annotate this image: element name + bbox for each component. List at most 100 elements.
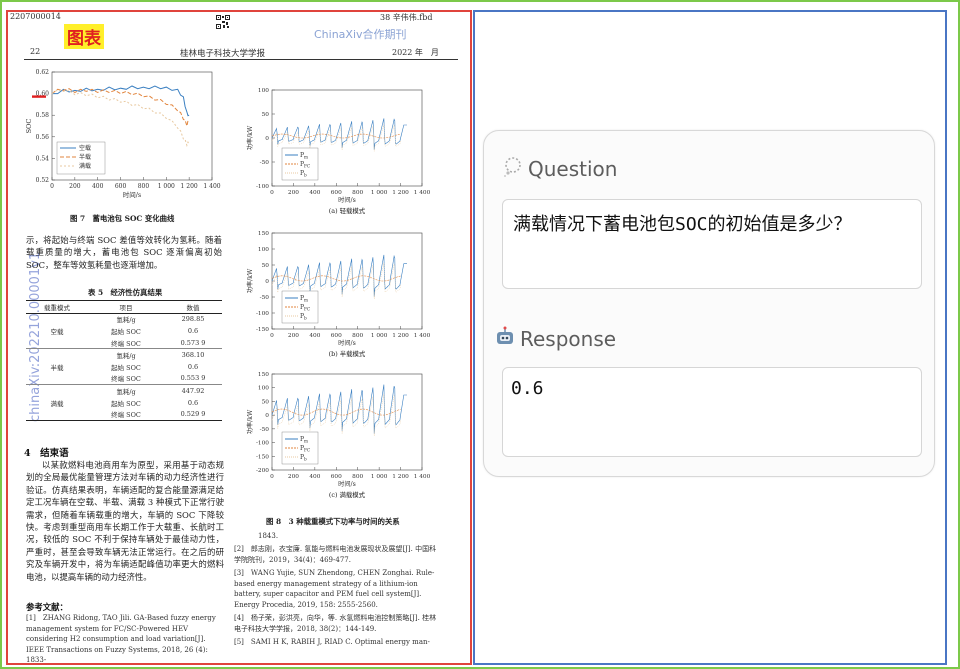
x-tick-label: 0 <box>50 183 54 190</box>
x-tick-label: 1 000 <box>371 333 388 339</box>
table-cell: 0.6 <box>187 362 199 371</box>
table-cell: 氢耗/g <box>116 352 136 361</box>
table-cell: 368.10 <box>181 351 205 360</box>
x-tick-label: 1 400 <box>414 474 431 480</box>
question-header: Question <box>502 155 617 182</box>
table-header-cell: 项目 <box>119 303 133 312</box>
reference-5: [5] SAMI H K, RABIH J, RIAD C. Optimal e… <box>234 638 430 646</box>
table-cell: 终端 SOC <box>111 339 141 348</box>
y-tick-label: -100 <box>256 184 269 190</box>
y-tick-label: -100 <box>256 441 269 447</box>
question-label: Question <box>528 156 618 181</box>
thought-bubble-icon <box>502 155 524 182</box>
x-tick-label: 0 <box>270 190 274 196</box>
figure-tag: 图表 <box>64 24 104 49</box>
table-title: 表 5 经济性仿真结果 <box>88 288 163 297</box>
table-header-row: 载重模式 项目 数值 <box>26 301 222 313</box>
y-tick-label: 0.52 <box>36 177 50 184</box>
legend-label: 满载 <box>79 162 91 170</box>
fig8a-power-chart: 100500-50-1000 200 400 600 800 1 000 1 200 1 40… <box>246 88 431 215</box>
legend-label: 空载 <box>79 144 91 152</box>
journal-name: 桂林电子科技大学学报 <box>180 49 266 59</box>
x-tick-label: 0 <box>270 474 274 480</box>
table-header-cell: 载重模式 <box>44 303 70 312</box>
x-tick-label: 200 <box>288 190 299 196</box>
subplot-label: (a) 轻载模式 <box>329 206 366 215</box>
y-tick-label: 0.58 <box>36 112 50 119</box>
table-cell: 终端 SOC <box>111 411 141 420</box>
y-tick-label: 100 <box>258 386 269 392</box>
x-tick-label: 1 400 <box>414 333 431 339</box>
y-tick-label: -100 <box>256 311 269 317</box>
y-axis-label: 功率/kW <box>246 125 254 150</box>
y-tick-label: 0 <box>265 279 269 285</box>
x-tick-label: 800 <box>138 183 150 190</box>
series-line-pm <box>271 254 407 297</box>
legend-subscript: m <box>304 298 308 303</box>
table-cell: 0.529 9 <box>180 410 206 419</box>
y-tick-label: -50 <box>260 160 270 166</box>
x-tick-label: 400 <box>309 333 320 339</box>
x-tick-label: 800 <box>352 474 363 480</box>
table-cell: 终端 SOC <box>111 375 141 384</box>
table-row: 空载 氢耗/g 298.85 <box>26 314 222 336</box>
legend-subscript: FC <box>304 307 310 312</box>
table-row: 半载 氢耗/g 368.10 <box>26 348 222 372</box>
paragraph-1: 示，将起始与终端 SOC 差值等效转化为氢耗。随着载重质量的增大，蓄电池包 SO… <box>26 235 222 270</box>
table-cell: 447.92 <box>181 386 205 395</box>
legend-subscript: m <box>304 155 308 160</box>
y-tick-label: 0 <box>265 136 269 142</box>
fig8-caption: 图 8 3 种载重模式下功率与时间的关系 <box>266 517 400 526</box>
table-cell: 起始 SOC <box>111 363 141 372</box>
x-tick-label: 1 200 <box>181 183 198 190</box>
qa-panel: Question 满载情况下蓄电池包SOC的初始值是多少？ Response 0… <box>473 10 947 665</box>
reference-2: [2] 郎志刚，衣宝廉. 氢能与燃料电池发展现状及展望[J]. 中国科学院院刊，… <box>234 545 437 564</box>
page-number: 22 <box>30 47 41 56</box>
response-label: Response <box>520 326 617 351</box>
x-tick-label: 1 200 <box>392 190 409 196</box>
x-tick-label: 0 <box>270 333 274 339</box>
qr-code-icon <box>216 14 230 29</box>
table-body: 空载 氢耗/g 298.85 起始 SOC 0.6 终端 SOC 0.573 9 半载氢… <box>26 314 222 420</box>
y-tick-label: 50 <box>262 399 270 405</box>
subplot-label: (c) 满载模式 <box>329 490 366 499</box>
legend-subscript: FC <box>304 164 310 169</box>
series-line-1 <box>52 85 190 117</box>
x-tick-label: 400 <box>92 183 104 190</box>
doc-number: 2207000014 <box>10 12 61 21</box>
qa-card: Question 满载情况下蓄电池包SOC的初始值是多少？ Response 0… <box>483 130 935 477</box>
fig7-soc-chart: 0.620.600.580.560.540.520 200 400 600 800 1 0… <box>25 69 221 199</box>
x-tick-label: 400 <box>309 190 320 196</box>
x-axis-label: 时间/s <box>123 190 142 199</box>
x-tick-label: 800 <box>352 190 363 196</box>
y-tick-label: -150 <box>256 454 269 460</box>
response-text: 0.6 <box>511 378 544 399</box>
series-line-2 <box>51 88 190 127</box>
fig8-legend: PmPFCPb <box>281 147 319 181</box>
robot-icon <box>494 325 516 352</box>
legend-subscript: FC <box>304 448 310 453</box>
x-tick-label: 1 000 <box>158 183 175 190</box>
question-text: 满载情况下蓄电池包SOC的初始值是多少？ <box>513 214 852 235</box>
x-axis-label: 时间/s <box>338 339 356 347</box>
reference-3: [3] WANG Yujie, SUN Zhendong, CHEN Zongh… <box>234 569 435 609</box>
x-tick-label: 1 200 <box>392 333 409 339</box>
legend-subscript: b <box>304 457 307 462</box>
y-tick-label: 50 <box>262 112 270 118</box>
y-tick-label: 100 <box>258 247 269 253</box>
x-tick-label: 1 400 <box>203 183 220 190</box>
x-tick-label: 1 400 <box>414 190 431 196</box>
question-box: 满载情况下蓄电池包SOC的初始值是多少？ <box>502 199 922 289</box>
x-tick-label: 200 <box>288 333 299 339</box>
reference-1: [1] ZHANG Ridong, TAO Jili. GA-Based fuz… <box>26 614 216 664</box>
x-tick-label: 1 000 <box>371 190 388 196</box>
x-tick-label: 600 <box>115 183 127 190</box>
table-cell: 298.85 <box>181 315 205 324</box>
legend-label: 半载 <box>79 153 91 161</box>
document-page: 2207000014 图表 38 辛伟伟.fbd ChinaXiv合作期刊 22… <box>6 10 472 665</box>
fig8b-power-chart: 150100500-50-100-1500 200 400 600 800 1 000 1 … <box>246 231 431 358</box>
x-tick-label: 1 000 <box>371 474 388 480</box>
table-cell: 0.6 <box>187 398 199 407</box>
watermark-top: ChinaXiv合作期刊 <box>314 28 407 41</box>
y-axis-label: 功率/kW <box>246 268 254 293</box>
